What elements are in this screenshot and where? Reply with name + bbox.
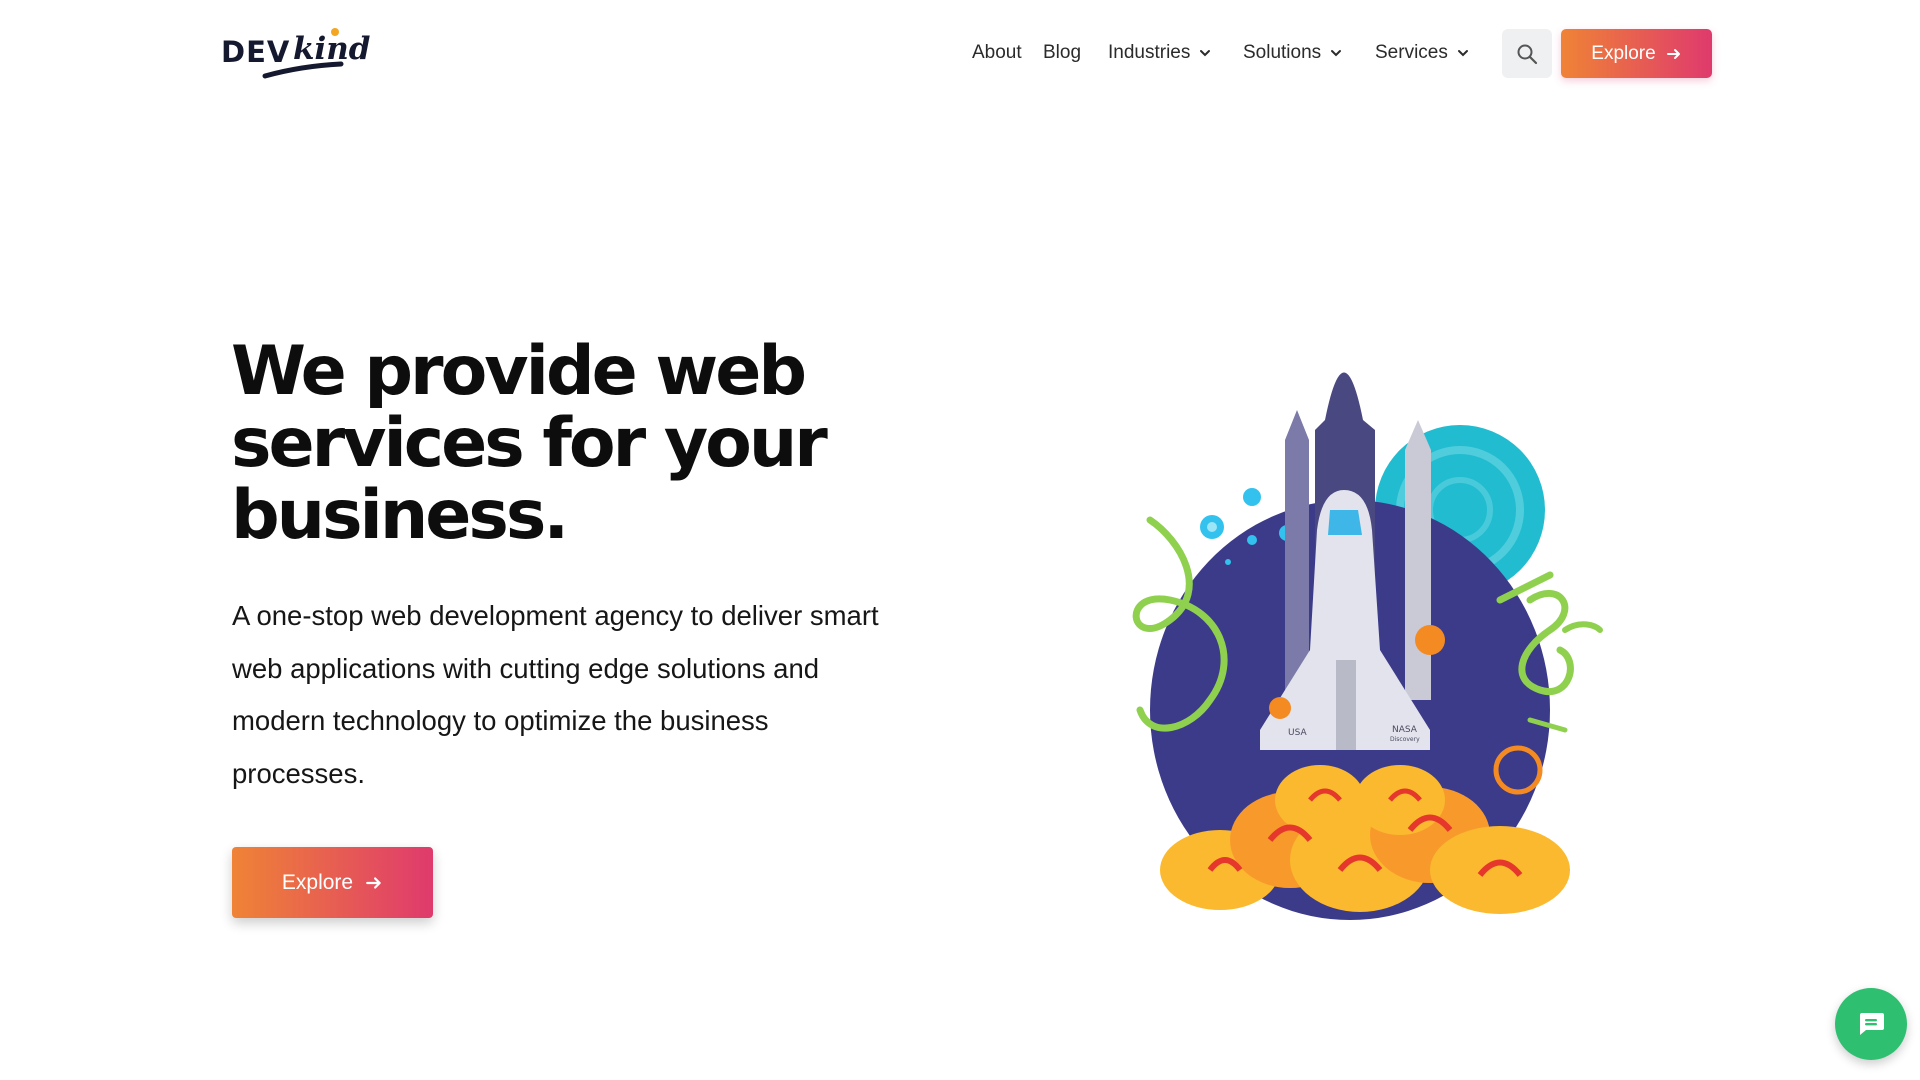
site-header: DEV kind About Blog Industries Solutions… — [0, 0, 1920, 106]
arrow-right-icon — [366, 876, 381, 889]
arrow-right-icon — [1666, 48, 1680, 59]
search-icon — [1517, 44, 1538, 64]
chevron-down-icon — [1457, 50, 1468, 57]
hero-title-line-1: We provide web — [231, 332, 807, 411]
space-shuttle-launch-illustration: USA NASA Discovery — [1132, 372, 1603, 920]
logo-mark: DEV kind — [221, 28, 370, 79]
chevron-down-icon — [1200, 50, 1211, 57]
nav-services-label: Services — [1375, 42, 1448, 63]
nav-industries-label: Industries — [1108, 42, 1191, 63]
nav-solutions-label: Solutions — [1243, 42, 1322, 63]
nav-blog[interactable]: Blog — [1043, 40, 1081, 66]
chat-widget-button[interactable] — [1835, 988, 1907, 1060]
explore-header-label: Explore — [1591, 42, 1656, 64]
nav-industries[interactable]: Industries — [1108, 40, 1212, 66]
nav-about[interactable]: About — [972, 40, 1022, 66]
orbiter-label-discovery: Discovery — [1390, 736, 1420, 743]
chat-icon — [1860, 1013, 1884, 1035]
nav-solutions[interactable]: Solutions — [1243, 40, 1343, 66]
chevron-down-icon — [1331, 50, 1342, 57]
logo-kind-text: kind — [293, 31, 370, 67]
explore-header-button[interactable]: Explore — [1561, 29, 1712, 78]
hero-description: A one-stop web development agency to del… — [232, 600, 879, 789]
explore-hero-button[interactable]: Explore — [232, 847, 433, 918]
nav-blog-label: Blog — [1043, 42, 1082, 63]
orbiter-label-usa: USA — [1288, 728, 1307, 738]
nav-about-label: About — [972, 42, 1022, 63]
explore-hero-label: Explore — [281, 870, 354, 894]
hero-title-line-2: services for your — [231, 404, 828, 483]
devkind-logo[interactable]: DEV kind — [221, 26, 391, 84]
nav-services[interactable]: Services — [1375, 40, 1470, 66]
hero-title-line-3: business. — [231, 476, 569, 555]
logo-dev-text: DEV — [221, 35, 290, 69]
hero-title: We provide web services for your busines… — [231, 336, 871, 552]
search-button[interactable] — [1502, 29, 1552, 78]
orbiter-label-nasa: NASA — [1392, 725, 1418, 735]
